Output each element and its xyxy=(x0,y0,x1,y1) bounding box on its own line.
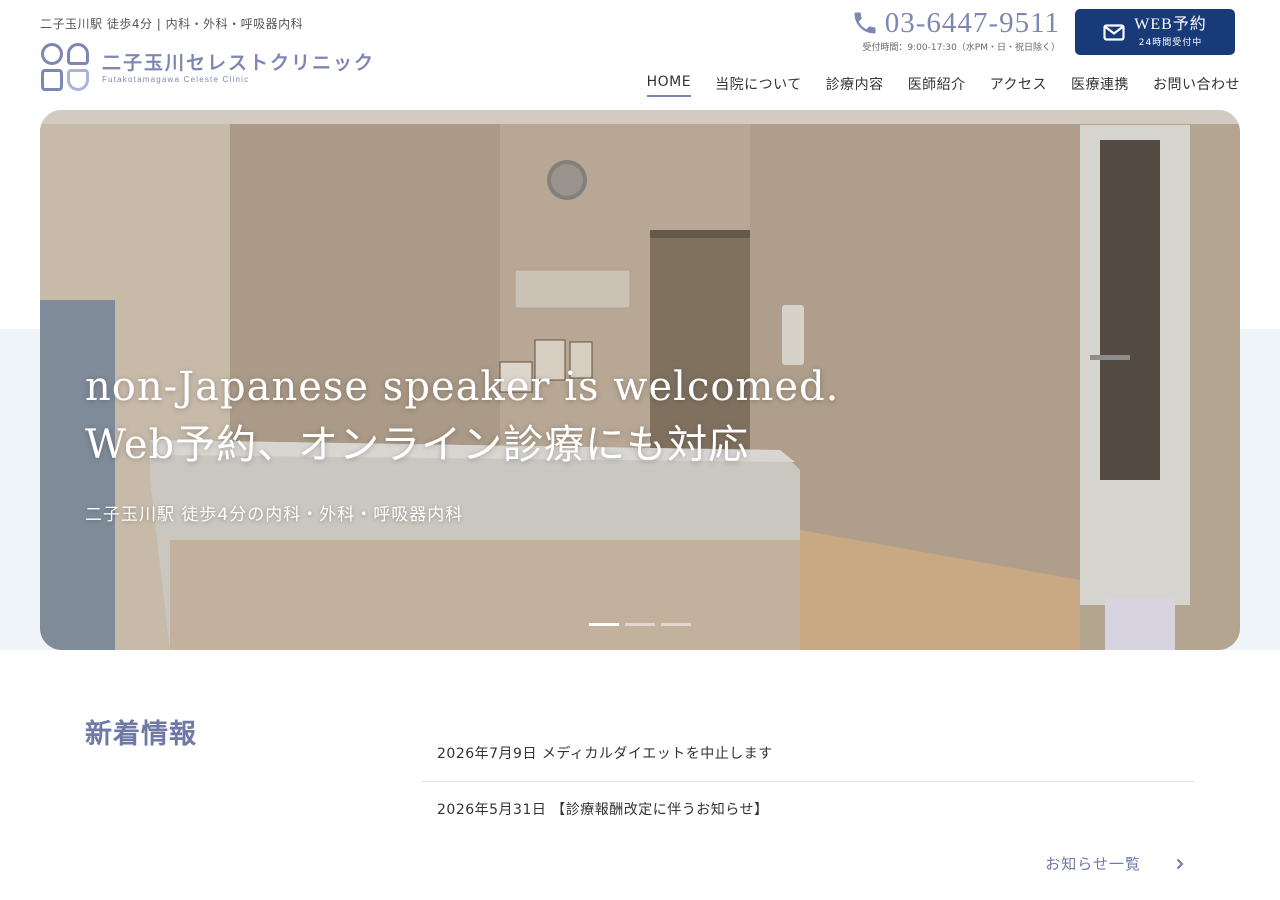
news-item[interactable]: 2026年7月9日 メディカルダイエットを中止します xyxy=(421,726,1195,782)
news-list: 2026年7月9日 メディカルダイエットを中止します 2026年5月31日 【診… xyxy=(421,726,1195,838)
logo-name-jp: 二子玉川セレストクリニック xyxy=(102,52,376,74)
chevron-right-icon xyxy=(1176,858,1184,869)
nav-item-access[interactable]: アクセス xyxy=(990,74,1047,97)
hero-slider: non-Japanese speaker is welcomed. Web予約、… xyxy=(40,110,1240,650)
nav-item-contact[interactable]: お問い合わせ xyxy=(1153,74,1240,97)
web-reservation-sublabel: 24時間受付中 xyxy=(1138,38,1203,48)
web-reservation-button[interactable]: WEB予約 24時間受付中 xyxy=(1075,9,1235,55)
header-tagline: 二子玉川駅 徒歩4分 | 内科・外科・呼吸器内科 xyxy=(40,17,304,31)
slider-dot-3[interactable] xyxy=(661,623,691,626)
phone-contact[interactable]: 03-6447-9511 受付時間：9:00-17:30（水PM・日・祝日除く） xyxy=(851,7,1060,53)
mail-icon xyxy=(1103,23,1125,41)
phone-icon xyxy=(854,12,876,34)
nav-item-cooperation[interactable]: 医療連携 xyxy=(1071,74,1129,97)
nav-item-home[interactable]: HOME xyxy=(646,74,692,97)
slider-dot-1[interactable] xyxy=(589,623,619,626)
nav-item-about[interactable]: 当院について xyxy=(715,74,802,97)
phone-number[interactable]: 03-6447-9511 xyxy=(885,7,1060,39)
slider-pagination xyxy=(589,623,697,626)
main-nav: HOME 当院について 診療内容 医師紹介 アクセス 医療連携 お問い合わせ xyxy=(623,74,1240,97)
hero-subtitle: 二子玉川駅 徒歩4分の内科・外科・呼吸器内科 xyxy=(85,505,464,525)
web-reservation-label: WEB予約 xyxy=(1134,16,1207,33)
clinic-logo[interactable]: 二子玉川セレストクリニック Futakotamagawa Celeste Cli… xyxy=(40,42,375,94)
nav-item-services[interactable]: 診療内容 xyxy=(826,74,884,97)
hero-title-line2: Web予約、オンライン診療にも対応 xyxy=(85,422,750,468)
news-list-link[interactable]: お知らせ一覧 xyxy=(1045,853,1185,874)
slider-dot-2[interactable] xyxy=(625,623,655,626)
news-list-link-label: お知らせ一覧 xyxy=(1045,855,1141,873)
logo-name-en: Futakotamagawa Celeste Clinic xyxy=(102,75,250,84)
logo-mark-icon xyxy=(40,42,92,94)
news-item[interactable]: 2026年5月31日 【診療報酬改定に伴うお知らせ】 xyxy=(421,782,1195,838)
hero-title-line1: non-Japanese speaker is welcomed. xyxy=(85,364,840,410)
reception-hours: 受付時間：9:00-17:30（水PM・日・祝日除く） xyxy=(862,43,1060,53)
nav-item-doctors[interactable]: 医師紹介 xyxy=(908,74,966,97)
news-heading: 新着情報 xyxy=(85,719,197,750)
